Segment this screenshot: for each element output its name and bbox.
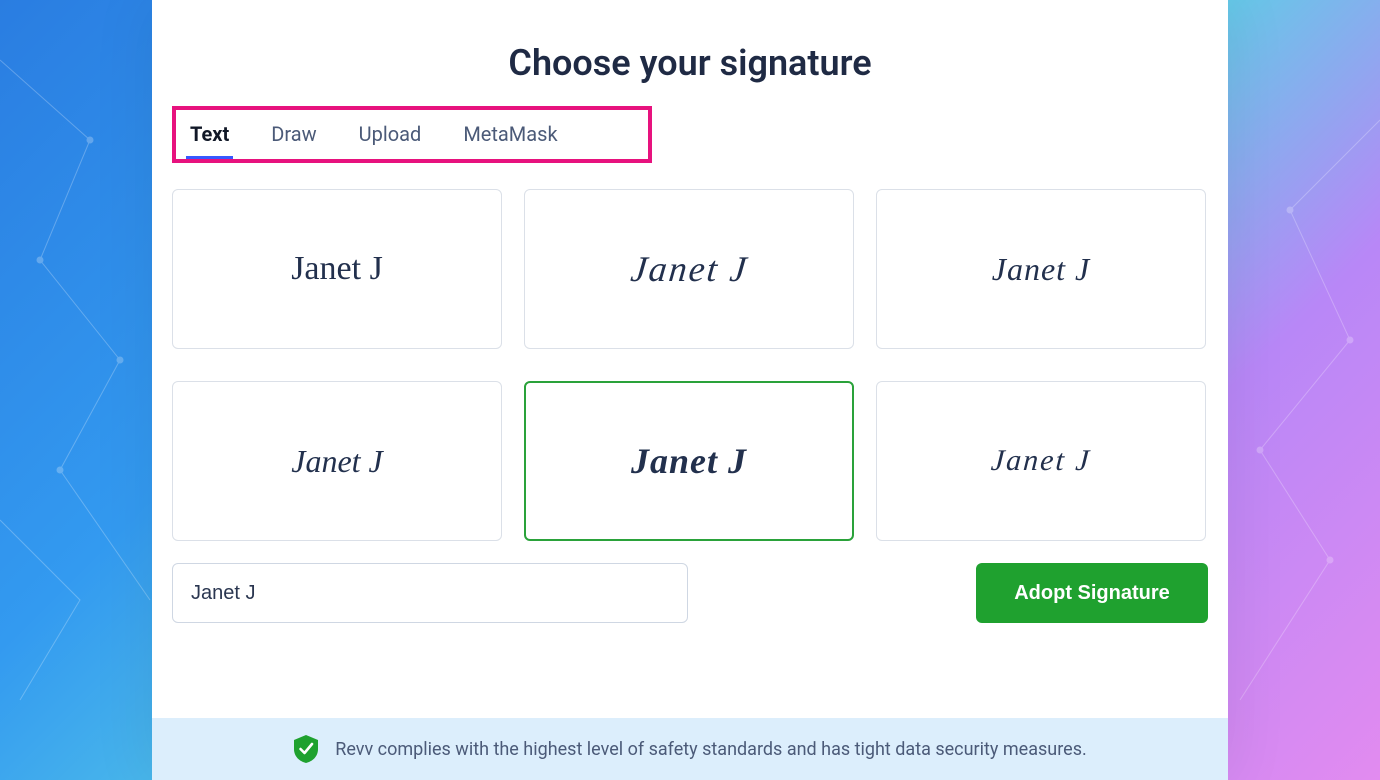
signature-option-4[interactable]: Janet J	[172, 381, 502, 541]
tab-metamask[interactable]: MetaMask	[459, 116, 561, 156]
signature-option-2[interactable]: Janet J	[524, 189, 854, 349]
signature-preview: Janet J	[628, 248, 749, 290]
signature-grid: Janet J Janet J Janet J Janet J Janet J …	[172, 189, 1208, 541]
signature-preview: Janet J	[992, 251, 1091, 288]
signature-option-3[interactable]: Janet J	[876, 189, 1206, 349]
signature-option-6[interactable]: Janet J	[876, 381, 1206, 541]
shield-check-icon	[293, 734, 319, 764]
modal-title: Choose your signature	[172, 42, 1208, 84]
bottom-row: Adopt Signature	[172, 563, 1208, 623]
security-footer: Revv complies with the highest level of …	[152, 718, 1228, 780]
signature-preview: Janet J	[631, 440, 747, 482]
adopt-signature-button[interactable]: Adopt Signature	[976, 563, 1208, 623]
security-footer-text: Revv complies with the highest level of …	[335, 739, 1086, 760]
signature-preview: Janet J	[291, 250, 383, 288]
tab-text[interactable]: Text	[186, 116, 233, 159]
tab-upload[interactable]: Upload	[355, 116, 426, 156]
signature-preview: Janet J	[990, 444, 1092, 478]
signature-modal: Choose your signature Text Draw Upload M…	[152, 0, 1228, 780]
signature-option-5[interactable]: Janet J	[524, 381, 854, 541]
tabs-highlight-box: Text Draw Upload MetaMask	[172, 106, 652, 163]
signature-name-input[interactable]	[172, 563, 688, 623]
tabs: Text Draw Upload MetaMask	[186, 116, 638, 159]
signature-preview: Janet J	[291, 443, 383, 480]
signature-option-1[interactable]: Janet J	[172, 189, 502, 349]
tab-draw[interactable]: Draw	[267, 116, 320, 156]
